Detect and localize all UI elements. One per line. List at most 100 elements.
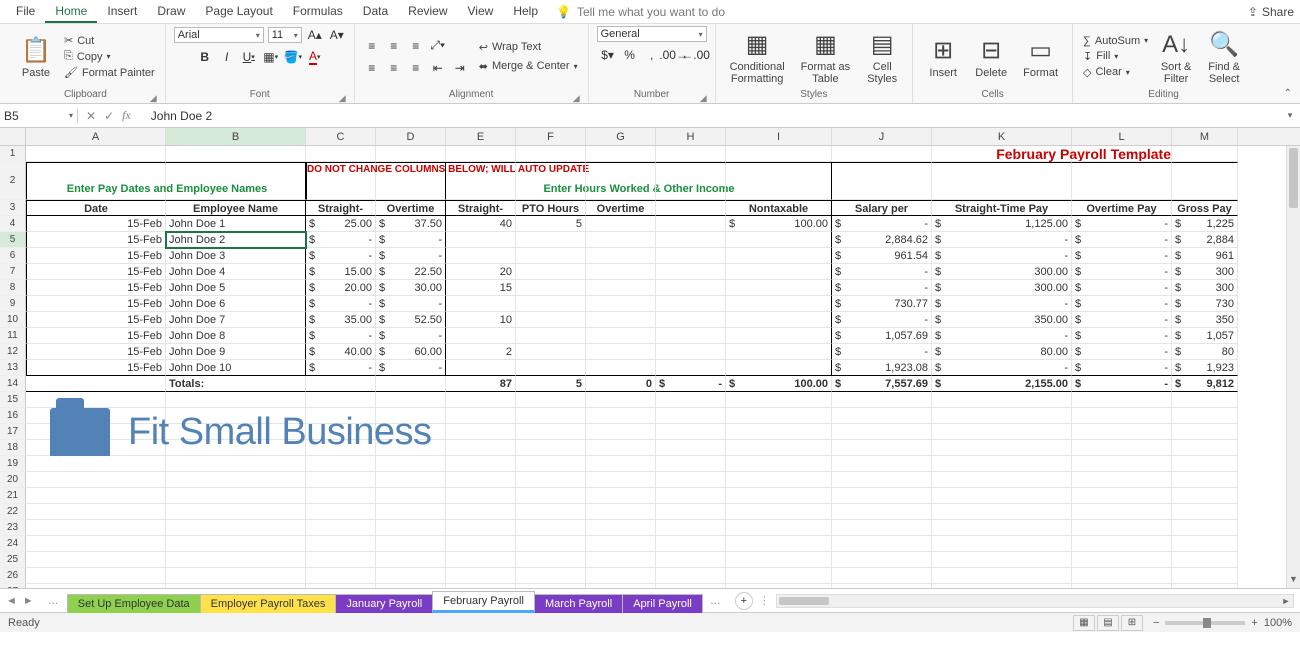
zoom-out-icon[interactable]: − — [1153, 617, 1159, 629]
font-launcher[interactable]: ◢ — [339, 90, 346, 106]
cell-H16[interactable] — [656, 408, 726, 424]
cell-M12[interactable]: $80 — [1172, 344, 1238, 360]
cell-F18[interactable] — [516, 440, 586, 456]
increase-indent-icon[interactable]: ⇥ — [451, 59, 469, 77]
copy-button[interactable]: ⎘Copy ▾ — [62, 49, 157, 64]
cell-E7[interactable]: 20 — [446, 264, 516, 280]
cell-E19[interactable] — [446, 456, 516, 472]
cell-E20[interactable] — [446, 472, 516, 488]
row-header-2[interactable]: 2 — [0, 162, 26, 200]
cell-F3[interactable]: PTO Hours — [516, 200, 586, 216]
cell-A25[interactable] — [26, 552, 166, 568]
cell-D6[interactable]: $- — [376, 248, 446, 264]
cell-F13[interactable] — [516, 360, 586, 376]
cell-A23[interactable] — [26, 520, 166, 536]
cell-C8[interactable]: $20.00 — [306, 280, 376, 296]
cell-K22[interactable] — [932, 504, 1072, 520]
formula-input[interactable]: John Doe 2 — [139, 109, 1280, 123]
cell-E18[interactable] — [446, 440, 516, 456]
cell-H3[interactable] — [656, 200, 726, 216]
row-header-27[interactable]: 27 — [0, 584, 26, 588]
number-format-combo[interactable]: General▾ — [597, 26, 707, 42]
cell-A19[interactable] — [26, 456, 166, 472]
cell-B16[interactable] — [166, 408, 306, 424]
cell-H5[interactable] — [656, 232, 726, 248]
cell-K11[interactable]: $- — [932, 328, 1072, 344]
cell-K12[interactable]: $80.00 — [932, 344, 1072, 360]
cell-C6[interactable]: $- — [306, 248, 376, 264]
cell-G12[interactable] — [586, 344, 656, 360]
cell-K5[interactable]: $- — [932, 232, 1072, 248]
cell-E23[interactable] — [446, 520, 516, 536]
sheet-nav-prev-icon[interactable]: ◄ — [6, 595, 17, 607]
cell-B5[interactable]: John Doe 2 — [166, 232, 306, 248]
cell-I15[interactable] — [726, 392, 832, 408]
cell-C26[interactable] — [306, 568, 376, 584]
cell-K16[interactable] — [932, 408, 1072, 424]
cell-L17[interactable] — [1072, 424, 1172, 440]
cell-A26[interactable] — [26, 568, 166, 584]
cell-H27[interactable] — [656, 584, 726, 588]
cell-J11[interactable]: $1,057.69 — [832, 328, 932, 344]
cell-H25[interactable] — [656, 552, 726, 568]
cell-L18[interactable] — [1072, 440, 1172, 456]
cell-D19[interactable] — [376, 456, 446, 472]
cell-J27[interactable] — [832, 584, 932, 588]
cell-E22[interactable] — [446, 504, 516, 520]
cell-L2[interactable] — [1072, 162, 1172, 200]
cell-K10[interactable]: $350.00 — [932, 312, 1072, 328]
cell-D22[interactable] — [376, 504, 446, 520]
zoom-in-icon[interactable]: + — [1251, 617, 1257, 629]
font-name-combo[interactable]: Arial▾ — [174, 27, 264, 43]
cell-J5[interactable]: $2,884.62 — [832, 232, 932, 248]
cell-M4[interactable]: $1,225 — [1172, 216, 1238, 232]
cell-C10[interactable]: $35.00 — [306, 312, 376, 328]
hscroll-right-icon[interactable]: ► — [1279, 595, 1293, 607]
cell-I6[interactable] — [726, 248, 832, 264]
cell-M19[interactable] — [1172, 456, 1238, 472]
cell-G24[interactable] — [586, 536, 656, 552]
cell-D26[interactable] — [376, 568, 446, 584]
cell-B13[interactable]: John Doe 10 — [166, 360, 306, 376]
name-box[interactable]: B5▾ — [0, 109, 78, 123]
cell-A5[interactable]: 15-Feb — [26, 232, 166, 248]
row-header-17[interactable]: 17 — [0, 424, 26, 440]
cell-J20[interactable] — [832, 472, 932, 488]
cell-A13[interactable]: 15-Feb — [26, 360, 166, 376]
cell-K20[interactable] — [932, 472, 1072, 488]
cell-D4[interactable]: $37.50 — [376, 216, 446, 232]
cell-M25[interactable] — [1172, 552, 1238, 568]
col-header-E[interactable]: E — [446, 128, 516, 145]
cell-M5[interactable]: $2,884 — [1172, 232, 1238, 248]
cell-J4[interactable]: $- — [832, 216, 932, 232]
cell-F20[interactable] — [516, 472, 586, 488]
cell-E25[interactable] — [446, 552, 516, 568]
cell-C14[interactable] — [306, 376, 376, 392]
cell-K24[interactable] — [932, 536, 1072, 552]
cell-K13[interactable]: $- — [932, 360, 1072, 376]
cell-B27[interactable] — [166, 584, 306, 588]
cell-D7[interactable]: $22.50 — [376, 264, 446, 280]
cell-H2[interactable] — [656, 162, 726, 200]
row-header-6[interactable]: 6 — [0, 248, 26, 264]
cell-M10[interactable]: $350 — [1172, 312, 1238, 328]
cell-M6[interactable]: $961 — [1172, 248, 1238, 264]
wrap-text-button[interactable]: ↩Wrap Text — [477, 40, 580, 55]
select-all-corner[interactable] — [0, 128, 26, 145]
sheet-nav-next-icon[interactable]: ► — [23, 595, 34, 607]
cell-M16[interactable] — [1172, 408, 1238, 424]
row-header-8[interactable]: 8 — [0, 280, 26, 296]
row-header-13[interactable]: 13 — [0, 360, 26, 376]
cell-I5[interactable] — [726, 232, 832, 248]
cell-K14[interactable]: $2,155.00 — [932, 376, 1072, 392]
cell-D16[interactable] — [376, 408, 446, 424]
cell-A17[interactable] — [26, 424, 166, 440]
cell-I8[interactable] — [726, 280, 832, 296]
cell-K23[interactable] — [932, 520, 1072, 536]
cell-E12[interactable]: 2 — [446, 344, 516, 360]
cell-G1[interactable] — [586, 146, 656, 162]
cell-A12[interactable]: 15-Feb — [26, 344, 166, 360]
increase-decimal-icon[interactable]: .00→ — [665, 46, 683, 64]
row-header-21[interactable]: 21 — [0, 488, 26, 504]
cell-H11[interactable] — [656, 328, 726, 344]
